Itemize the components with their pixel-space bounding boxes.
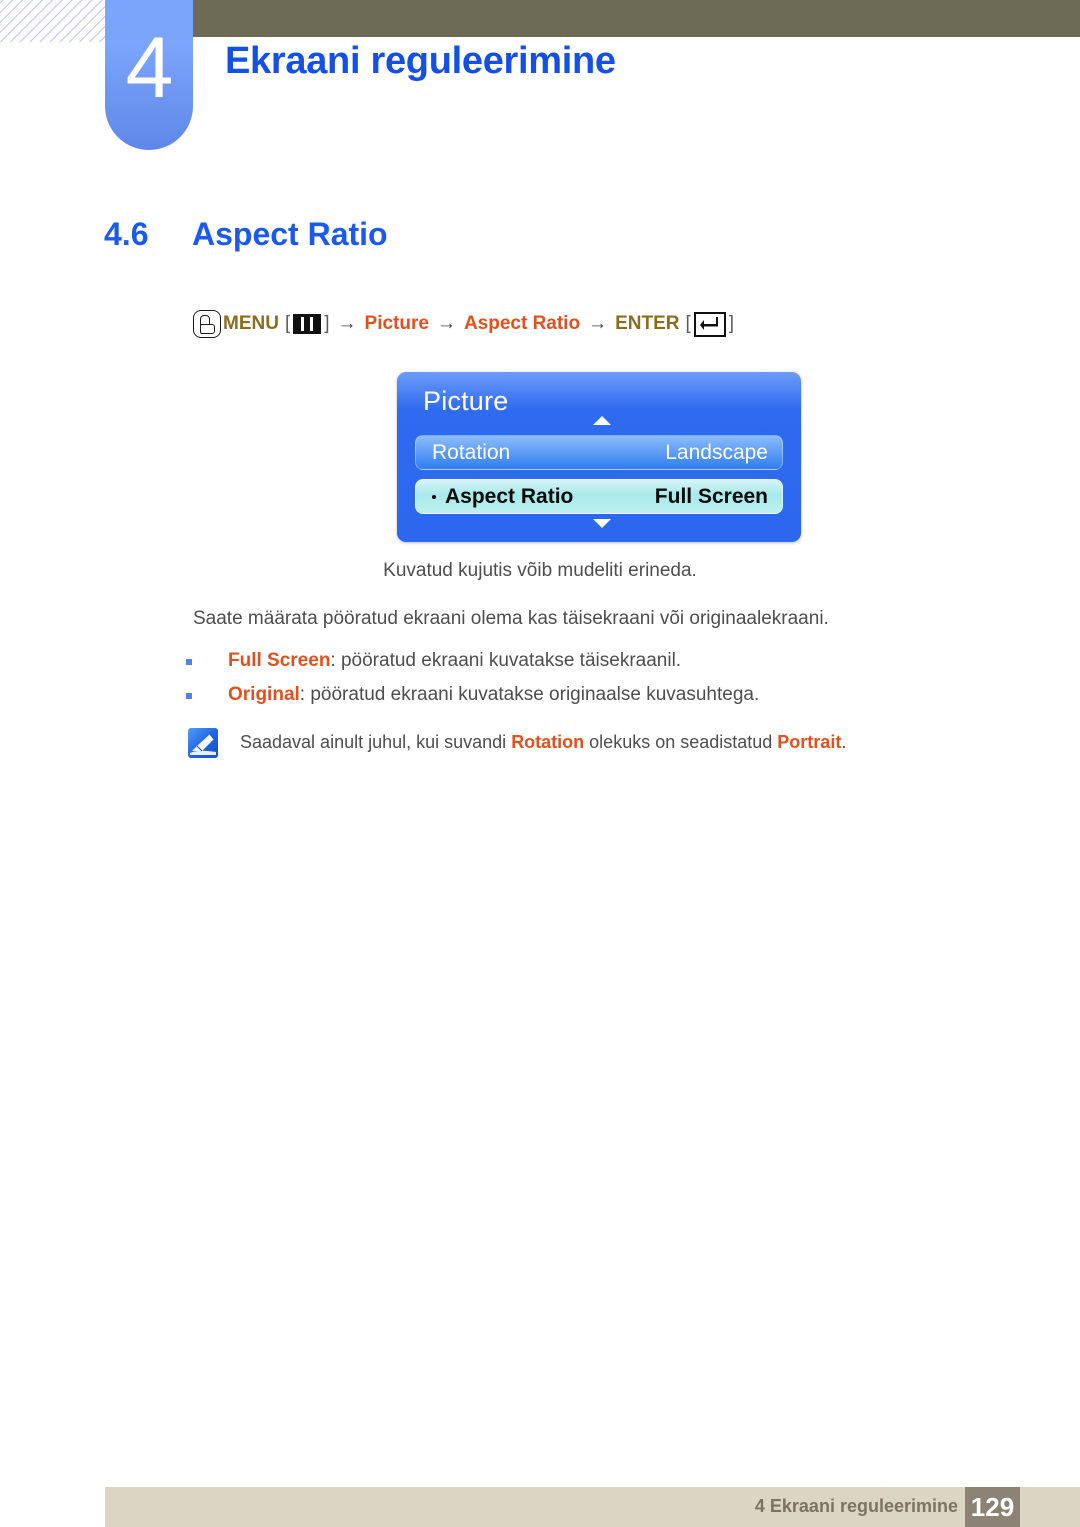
list-item-text: Full Screen: pööratud ekraani kuvatakse …	[228, 650, 681, 672]
osd-row-aspect-ratio-label: Aspect Ratio	[445, 484, 574, 508]
path-arrow-1: →	[337, 313, 357, 334]
menu-path-enter-label: ENTER	[615, 313, 680, 334]
osd-row-rotation-value: Landscape	[665, 440, 768, 464]
note-highlight-rotation: Rotation	[511, 732, 585, 752]
bracket-close: ]	[324, 313, 330, 334]
osd-title: Picture	[423, 386, 509, 416]
menu-path-menu-label: MENU	[223, 313, 279, 334]
note-text-part1: Saadaval ainult juhul, kui suvandi	[240, 732, 512, 752]
note-text-part2: olekuks on seadistatud	[584, 732, 778, 752]
bracket-open-2: [	[685, 313, 691, 334]
footer-chapter-label: 4 Ekraani reguleerimine	[754, 1496, 958, 1516]
note-pen-icon	[188, 728, 218, 758]
list-item: Original: pööratud ekraani kuvatakse ori…	[186, 684, 986, 706]
list-item: Full Screen: pööratud ekraani kuvatakse …	[186, 650, 986, 672]
enter-arrow-icon	[693, 311, 726, 337]
note-text: Saadaval ainult juhul, kui suvandi Rotat…	[240, 728, 846, 753]
page-header: 4 Ekraani reguleerimine	[0, 0, 1080, 160]
menu-bars-icon	[293, 314, 322, 334]
osd-row-rotation-label: Rotation	[432, 440, 511, 464]
section-heading: 4.6 Aspect Ratio	[104, 216, 388, 253]
osd-row-aspect-ratio-value: Full Screen	[654, 484, 768, 508]
osd-row-aspect-ratio[interactable]: Aspect Ratio Full Screen	[415, 479, 783, 514]
list-item-description: : pööratud ekraani kuvatakse täisekraani…	[330, 650, 682, 671]
list-item-description: : pööratud ekraani kuvatakse originaalse…	[299, 684, 760, 705]
bracket-close-2: ]	[728, 313, 735, 334]
chapter-number: 4	[125, 20, 174, 116]
header-bar	[193, 0, 1080, 37]
triangle-up-icon[interactable]	[593, 416, 611, 425]
menu-path-step-picture: Picture	[364, 313, 429, 334]
bullet-list: Full Screen: pööratud ekraani kuvatakse …	[186, 650, 986, 718]
touch-hand-icon	[193, 310, 221, 338]
note-highlight-portrait: Portrait	[777, 732, 842, 752]
footer-page-number: 129	[965, 1487, 1020, 1527]
decorative-hatch-pattern	[0, 0, 110, 42]
list-item-text: Original: pööratud ekraani kuvatakse ori…	[228, 684, 759, 706]
osd-menu-panel: Picture Rotation Landscape Aspect Ratio …	[397, 372, 801, 542]
section-number: 4.6	[104, 216, 149, 252]
osd-row-rotation[interactable]: Rotation Landscape	[415, 435, 783, 470]
menu-path-step-aspect-ratio: Aspect Ratio	[463, 313, 581, 334]
list-item-term: Full Screen	[228, 650, 331, 671]
bullet-marker-icon	[186, 659, 192, 665]
selection-dot-icon	[432, 494, 436, 499]
list-item-term: Original	[228, 684, 300, 705]
triangle-down-icon[interactable]	[593, 519, 611, 528]
bullet-marker-icon	[186, 693, 192, 699]
chapter-title: Ekraani reguleerimine	[225, 40, 616, 82]
chapter-badge: 4	[105, 0, 193, 150]
intro-paragraph: Saate määrata pööratud ekraani olema kas…	[193, 608, 829, 629]
osd-caption: Kuvatud kujutis võib mudeliti erineda.	[383, 560, 697, 581]
bracket-open: [	[284, 313, 291, 334]
section-title: Aspect Ratio	[192, 216, 388, 252]
menu-path-breadcrumb: MENU [ ] → Picture → Aspect Ratio → ENTE…	[193, 310, 734, 338]
note-block: Saadaval ainult juhul, kui suvandi Rotat…	[188, 728, 1008, 758]
path-arrow-3: →	[588, 313, 608, 334]
path-arrow-2: →	[436, 313, 456, 334]
note-text-part3: .	[841, 732, 847, 752]
